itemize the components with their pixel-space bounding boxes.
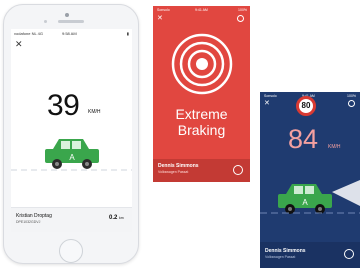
status-bar: Sonsolo 9:41 AM 100% [157,8,247,12]
road-line [260,212,360,214]
driver-name: Kristian Droptag [16,213,52,219]
speed-limit-sign: 80 [296,96,316,116]
car-label: A [302,198,308,207]
earpiece-speaker [58,20,84,23]
driver-name: Dennis Simmons [158,163,199,169]
carrier-label: vodafone NL 4G [14,31,43,36]
gear-icon[interactable] [348,100,355,107]
speed-unit: KM/H [328,144,341,150]
gear-icon[interactable] [237,15,244,22]
phone-speed-screen: vodafone NL 4G 9:58 AM ▮ ✕ 39 KM/H A Kri… [3,4,139,264]
car-icon: A [278,184,332,214]
alert-title-line1: Extreme [175,106,228,122]
close-icon[interactable]: ✕ [157,15,163,22]
distance-value: 0.2 km [109,215,124,221]
carrier-label: Sonsolo [264,94,277,98]
close-icon[interactable]: ✕ [264,100,270,107]
status-time: 9:58 AM [62,31,77,36]
front-camera [65,13,69,17]
carrier-label: Sonsolo [157,8,170,12]
car-icon: A [45,139,99,169]
car-model: Volkswagen Passat [158,170,189,174]
distance-number: 0.2 [109,215,118,221]
home-button[interactable] [59,239,83,263]
distance-unit: km [119,216,124,220]
battery-icon: ▮ [126,31,129,36]
speed-unit: KM/H [88,109,101,115]
driver-name: Dennis Simmons [265,248,306,254]
speed-value: 84 [288,124,319,154]
phone-speeding-screen: Sonsolo 9:41 AM 100% ✕ 80 84 KM/H A Denn… [260,92,360,268]
speed-value: 39 [47,89,80,122]
road-line [11,169,132,171]
braking-alert-icon [171,33,233,95]
headlight-beam [332,180,360,206]
battery-label: 100% [347,94,356,98]
car-model: Volkswagen Passat [265,255,296,259]
phone-braking-screen: Sonsolo 9:41 AM 100% ✕ Extreme Braking D… [153,6,250,182]
status-bar: vodafone NL 4G 9:58 AM ▮ [14,31,129,38]
battery-label: 100% [238,8,247,12]
sensor-dot [44,20,47,23]
sync-icon[interactable] [233,165,243,175]
status-time: 9:41 AM [195,8,208,12]
close-icon[interactable]: ✕ [15,40,23,49]
sync-icon[interactable] [344,249,354,259]
alert-title-line2: Braking [177,122,226,138]
app-screen: vodafone NL 4G 9:58 AM ▮ ✕ 39 KM/H A Kri… [11,29,132,232]
alert-title: Extreme Braking [153,106,250,138]
license-plate: DPE1032GDVJ [16,220,41,224]
car-label: A [69,153,75,162]
